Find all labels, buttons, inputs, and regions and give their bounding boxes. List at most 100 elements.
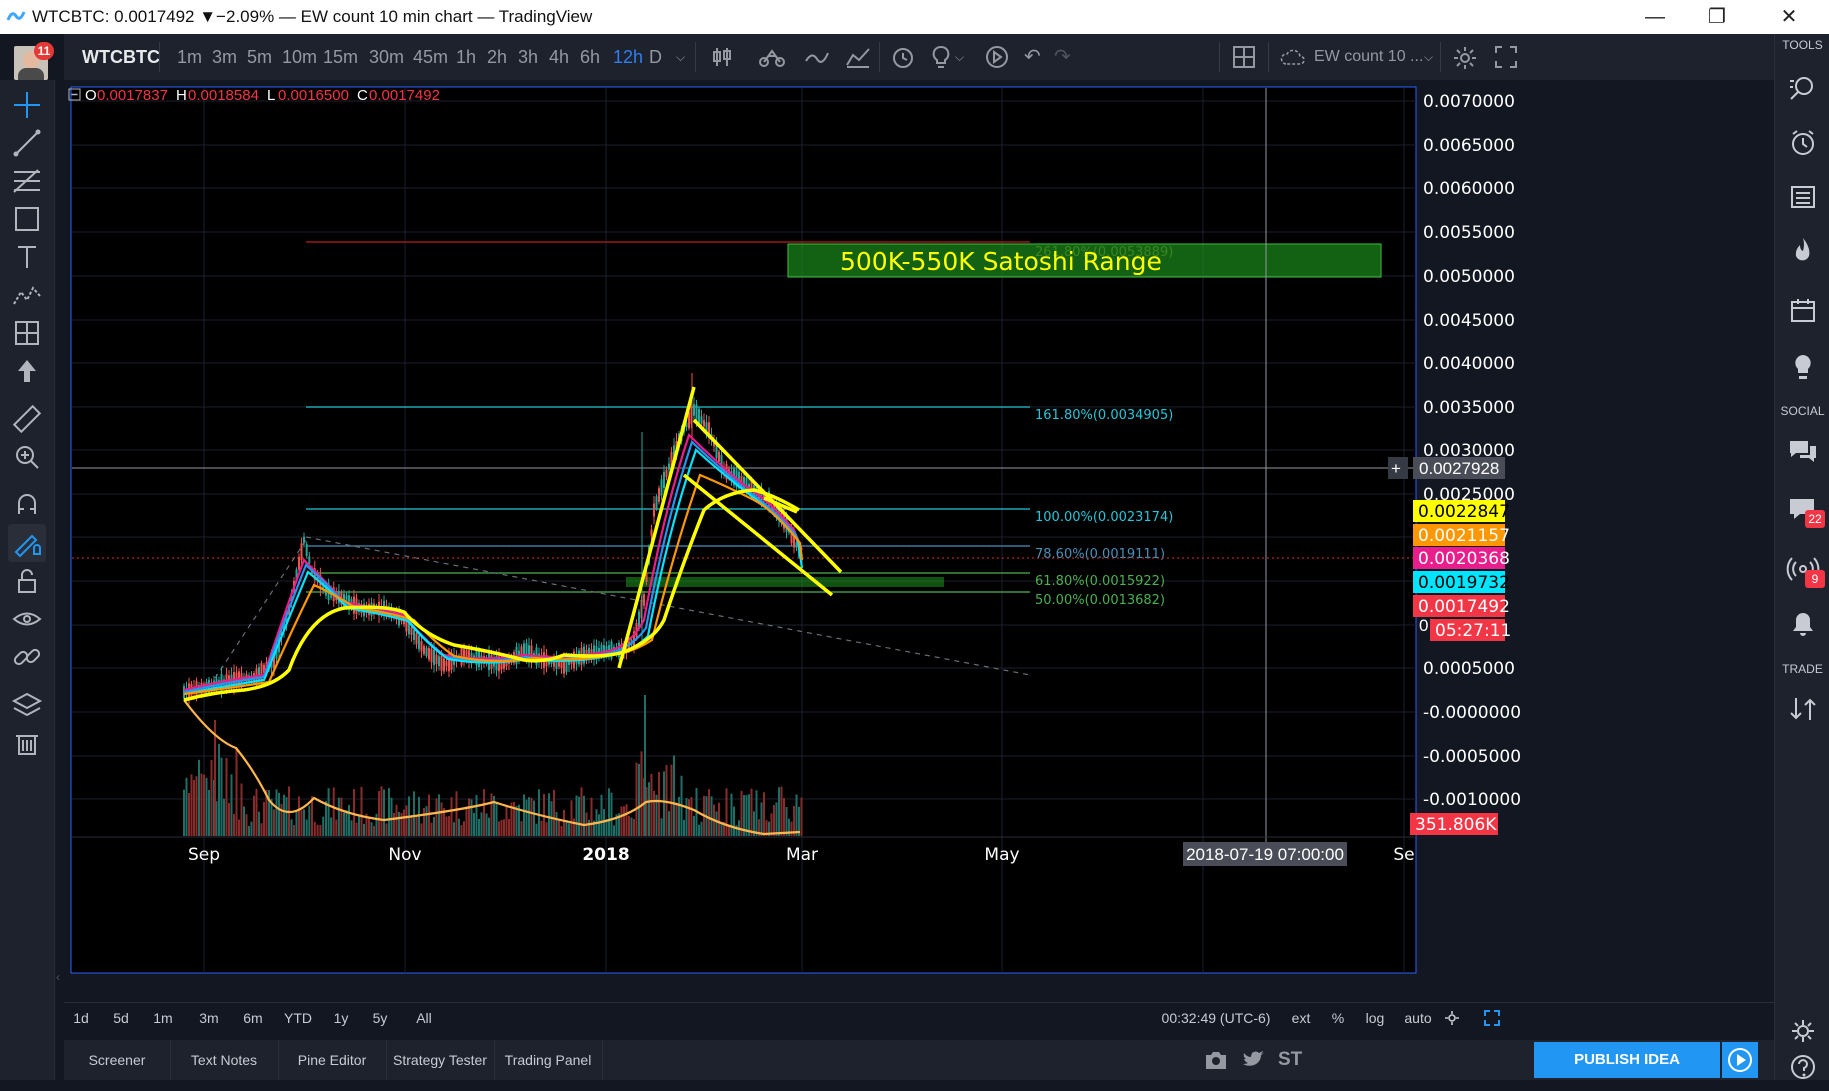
candles-style-icon[interactable] bbox=[710, 45, 734, 69]
twitter-share-icon[interactable] bbox=[1242, 1049, 1266, 1071]
link-chain-icon[interactable] bbox=[8, 638, 46, 676]
search-icon[interactable] bbox=[1784, 70, 1822, 108]
ruler-measure-icon[interactable] bbox=[8, 400, 46, 438]
interval-1h[interactable]: 1h bbox=[456, 34, 476, 80]
interval-3h[interactable]: 3h bbox=[518, 34, 538, 80]
restore-button[interactable]: ❐ bbox=[1697, 2, 1737, 32]
range-5d[interactable]: 5d bbox=[102, 1003, 140, 1033]
tab-strategy-tester[interactable]: Strategy Tester bbox=[386, 1040, 495, 1080]
window-title: WTCBTC: 0.0017492 ▼−2.09% — EW count 10 … bbox=[32, 7, 593, 26]
publish-idea-button[interactable]: PUBLISH IDEA bbox=[1534, 1042, 1720, 1078]
object-tree-layers-icon[interactable] bbox=[8, 686, 46, 724]
widget-settings-gear-icon[interactable] bbox=[1784, 1012, 1822, 1050]
auto-scale-toggle[interactable]: auto bbox=[1398, 1003, 1438, 1033]
ideas-lightbulb-icon[interactable] bbox=[930, 44, 952, 70]
help-question-icon[interactable] bbox=[1784, 1048, 1822, 1086]
interval-45m[interactable]: 45m bbox=[413, 34, 448, 80]
tab-text-notes[interactable]: Text Notes bbox=[170, 1040, 279, 1080]
alert-icon[interactable] bbox=[890, 44, 916, 70]
crosshair-tool-icon[interactable] bbox=[8, 86, 46, 124]
range-6m[interactable]: 6m bbox=[232, 1003, 274, 1033]
text-tool-icon[interactable] bbox=[8, 238, 46, 276]
calendar-icon[interactable] bbox=[1784, 292, 1822, 330]
zoom-in-icon[interactable] bbox=[8, 438, 46, 476]
financials-icon[interactable] bbox=[845, 45, 871, 69]
extended-hours-toggle[interactable]: ext bbox=[1286, 1003, 1316, 1033]
prediction-tool-icon[interactable] bbox=[8, 314, 46, 352]
range-ytd[interactable]: YTD bbox=[274, 1003, 322, 1033]
public-chat-icon[interactable] bbox=[1784, 432, 1822, 470]
scale-settings-gear-icon[interactable] bbox=[1444, 1010, 1460, 1026]
percent-scale-toggle[interactable]: % bbox=[1326, 1003, 1350, 1033]
snapshot-camera-icon[interactable] bbox=[1204, 1049, 1228, 1071]
interval-4h[interactable]: 4h bbox=[549, 34, 569, 80]
stay-in-drawing-mode-icon[interactable] bbox=[8, 524, 46, 562]
rectangle-tool-icon[interactable] bbox=[8, 200, 46, 238]
range-1y[interactable]: 1y bbox=[324, 1003, 358, 1033]
tab-pine-editor[interactable]: Pine Editor bbox=[278, 1040, 387, 1080]
arrow-up-tool-icon[interactable] bbox=[8, 352, 46, 390]
undo-icon[interactable]: ↶ bbox=[1024, 34, 1041, 80]
ideas-dropdown-chevron-icon[interactable]: ⌵ bbox=[955, 34, 964, 80]
volume-bar bbox=[718, 802, 720, 836]
interval-12h[interactable]: 12h bbox=[613, 34, 643, 80]
interval-10m[interactable]: 10m bbox=[282, 34, 317, 80]
hotlist-flame-icon[interactable] bbox=[1784, 232, 1822, 270]
interval-3m[interactable]: 3m bbox=[212, 34, 237, 80]
redo-icon[interactable]: ↷ bbox=[1054, 34, 1071, 80]
interval-dropdown-chevron-icon[interactable]: ⌵ bbox=[676, 34, 685, 80]
range-box-label: 500K-550K Satoshi Range bbox=[840, 247, 1162, 276]
minimize-button[interactable]: — bbox=[1635, 2, 1675, 32]
interval-2h[interactable]: 2h bbox=[487, 34, 507, 80]
lock-drawings-icon[interactable] bbox=[8, 562, 46, 600]
range-3m[interactable]: 3m bbox=[188, 1003, 230, 1033]
candle-body bbox=[718, 451, 720, 462]
range-all[interactable]: All bbox=[402, 1003, 446, 1033]
interval-1m[interactable]: 1m bbox=[177, 34, 202, 80]
pattern-tool-icon[interactable] bbox=[8, 276, 46, 314]
range-1m[interactable]: 1m bbox=[142, 1003, 184, 1033]
interval-5m[interactable]: 5m bbox=[247, 34, 272, 80]
fullscreen-icon[interactable] bbox=[1494, 45, 1518, 69]
trendline-tool-icon[interactable] bbox=[8, 124, 46, 162]
range-1d[interactable]: 1d bbox=[64, 1003, 98, 1033]
volume-bar bbox=[693, 815, 695, 836]
watchlist-icon[interactable] bbox=[1784, 178, 1822, 216]
replay-icon[interactable] bbox=[984, 44, 1010, 70]
publish-video-play-icon[interactable] bbox=[1722, 1042, 1758, 1078]
ideas-stream-icon[interactable] bbox=[1784, 348, 1822, 386]
layout-grid-icon[interactable] bbox=[1232, 45, 1256, 69]
order-panel-icon[interactable] bbox=[1784, 690, 1822, 728]
layout-name[interactable]: EW count 10 ... bbox=[1314, 34, 1423, 80]
notifications-bell-icon[interactable] bbox=[1784, 606, 1822, 644]
range-5y[interactable]: 5y bbox=[362, 1003, 398, 1033]
indicators-icon[interactable] bbox=[804, 45, 830, 69]
volume-bar bbox=[430, 822, 433, 836]
tab-trading-panel[interactable]: Trading Panel bbox=[494, 1040, 603, 1080]
interval-D[interactable]: D bbox=[649, 34, 662, 80]
timezone-clock[interactable]: 00:32:49 (UTC-6) bbox=[1156, 1003, 1276, 1033]
interval-6h[interactable]: 6h bbox=[580, 34, 600, 80]
magnet-icon[interactable] bbox=[8, 486, 46, 524]
close-window-button[interactable]: ✕ bbox=[1769, 2, 1809, 32]
support-zone-box[interactable] bbox=[626, 577, 944, 587]
candle-body bbox=[660, 479, 663, 496]
volume-bar bbox=[678, 796, 680, 836]
layout-dropdown-chevron-icon[interactable]: ⌵ bbox=[1424, 34, 1433, 80]
volume-bar bbox=[214, 720, 216, 836]
price-chart[interactable]: 261.80%(0.0053889)161.80%(0.0034905)100.… bbox=[64, 80, 1774, 1000]
compare-symbol-icon[interactable] bbox=[758, 45, 786, 69]
interval-30m[interactable]: 30m bbox=[369, 34, 404, 80]
fib-retracement-tool-icon[interactable] bbox=[8, 162, 46, 200]
chart-fullscreen-icon[interactable] bbox=[1484, 1010, 1500, 1026]
symbol-search-button[interactable]: WTCBTC bbox=[82, 34, 160, 80]
alarm-clock-icon[interactable] bbox=[1784, 124, 1822, 162]
eye-visibility-icon[interactable] bbox=[8, 600, 46, 638]
tab-screener[interactable]: Screener bbox=[64, 1040, 171, 1080]
volume-bar bbox=[715, 811, 718, 836]
interval-15m[interactable]: 15m bbox=[323, 34, 358, 80]
settings-gear-icon[interactable] bbox=[1452, 45, 1478, 71]
stocktwits-share-button[interactable]: ST bbox=[1278, 1040, 1302, 1080]
log-scale-toggle[interactable]: log bbox=[1360, 1003, 1390, 1033]
trash-delete-icon[interactable] bbox=[8, 724, 46, 762]
